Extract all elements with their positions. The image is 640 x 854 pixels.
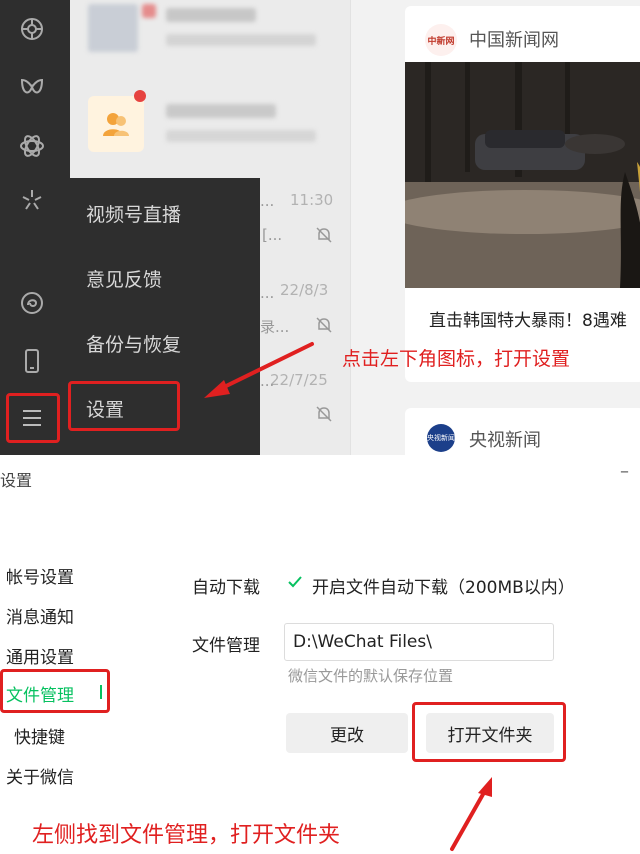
tutorial-screenshot: 11:30 22/8/3 22/7/25 ... [... ... 录... .…: [0, 0, 640, 854]
arrow-to-open-folder: [450, 777, 492, 851]
hamburger-highlight-box: [6, 393, 60, 443]
nav-general-settings[interactable]: 通用设置: [6, 643, 74, 668]
mute-bell-icon: [316, 406, 332, 422]
file-management-label: 文件管理: [192, 636, 260, 656]
menu-item-backup-restore[interactable]: 备份与恢复: [86, 330, 181, 357]
nav-shortcuts[interactable]: 快捷键: [14, 723, 65, 748]
chat-preview-fragment: 录...: [260, 318, 290, 336]
settings-highlight-box: [68, 381, 180, 431]
mini-program-icon[interactable]: [17, 288, 47, 318]
logo-text: 中新网: [427, 36, 455, 47]
minimize-button[interactable]: –: [620, 461, 629, 482]
auto-download-label: 自动下载: [192, 578, 260, 598]
chat-time: 22/8/3: [280, 281, 329, 299]
menu-item-feedback[interactable]: 意见反馈: [86, 265, 162, 292]
chat-preview-fragment: [...: [262, 226, 283, 244]
menu-item-channels-live[interactable]: 视频号直播: [86, 200, 181, 227]
chat-preview-fragment: ...: [260, 192, 275, 210]
channels-icon[interactable]: [17, 72, 47, 102]
blurred-name: [166, 104, 276, 118]
auto-download-option: 开启文件自动下载（200MB以内）: [312, 578, 575, 598]
news-card-cctv[interactable]: 央视新闻 央视新闻: [405, 408, 640, 455]
annotation-open-settings: 点击左下角图标，打开设置: [342, 348, 571, 370]
news-card-header: 中新网 中国新闻网: [405, 6, 640, 62]
file-management-highlight-box: [0, 669, 110, 713]
service-avatar[interactable]: [88, 96, 144, 152]
search-discover-icon[interactable]: [17, 131, 47, 161]
nav-about-wechat[interactable]: 关于微信: [6, 763, 74, 788]
news-photo: [405, 62, 640, 288]
phone-icon[interactable]: [17, 346, 47, 376]
chat-time: 11:30: [290, 191, 334, 209]
settings-window: 设置 – 帐号设置 消息通知 通用设置 文件管理 快捷键 关于微信 自动下载 开…: [0, 455, 640, 854]
mute-bell-icon: [316, 317, 332, 333]
nav-notifications[interactable]: 消息通知: [6, 603, 74, 628]
cctv-news-logo: 央视新闻: [427, 424, 455, 452]
annotation-open-folder: 左侧找到文件管理，打开文件夹: [32, 823, 341, 848]
blurred-name: [166, 8, 256, 22]
blurred-avatar: [88, 4, 138, 52]
path-hint: 微信文件的默认保存位置: [288, 667, 454, 685]
wechat-main-window: 11:30 22/8/3 22/7/25 ... [... ... 录... .…: [0, 0, 640, 455]
checkbox-checked-icon[interactable]: [286, 573, 304, 591]
chat-preview-fragment: ...: [260, 284, 275, 302]
window-title: 设置: [0, 471, 33, 490]
change-button[interactable]: 更改: [286, 713, 408, 753]
arrow-to-settings: [204, 342, 314, 398]
news-source: 央视新闻: [469, 430, 541, 451]
person-icon: [103, 113, 129, 136]
top-stories-icon[interactable]: [17, 185, 47, 215]
blurred-badge: [142, 4, 156, 18]
blurred-preview: [166, 130, 316, 142]
news-title: 直击韩国特大暴雨！8遇难: [429, 311, 627, 331]
flood-street-image: [405, 62, 640, 288]
icon-sidebar: [0, 0, 70, 455]
open-folder-highlight-box: [412, 702, 566, 762]
blurred-preview: [166, 34, 316, 46]
logo-text: 央视新闻: [427, 434, 455, 442]
nav-account-settings[interactable]: 帐号设置: [6, 563, 74, 588]
news-source: 中国新闻网: [469, 30, 559, 51]
storage-path-field[interactable]: [284, 623, 554, 661]
unread-dot: [134, 90, 146, 102]
chinanews-logo: 中新网: [425, 24, 457, 56]
moments-icon[interactable]: [17, 14, 47, 44]
news-card[interactable]: 中新网 中国新闻网 直击韩国特大暴雨！8遇难: [405, 6, 640, 382]
mute-bell-icon: [316, 227, 332, 243]
